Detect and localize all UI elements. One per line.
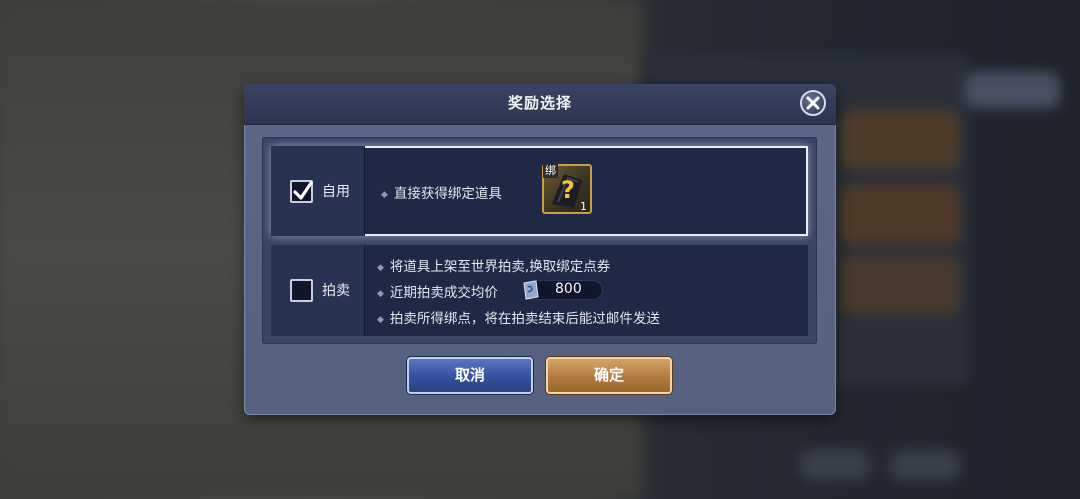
option-auction-left: 拍卖 (271, 245, 365, 336)
bullet-icon: ◆ (377, 289, 384, 299)
self-use-description: ◆ 直接获得绑定道具 (381, 186, 502, 202)
close-icon (806, 96, 820, 110)
checkmark-icon (293, 181, 313, 200)
auction-label: 拍卖 (322, 283, 350, 299)
auction-checkbox[interactable] (290, 279, 313, 302)
bullet-icon: ◆ (377, 263, 384, 273)
option-self-use-left: 自用 (271, 146, 365, 236)
auction-description-1: ◆ 将道具上架至世界拍卖,换取绑定点券 (377, 259, 611, 275)
bullet-icon: ◆ (381, 190, 388, 200)
background-slot (840, 185, 960, 245)
item-count: 1 (580, 200, 587, 213)
close-button[interactable] (800, 90, 826, 116)
background-slot (840, 110, 960, 170)
reward-item-slot[interactable]: ? 绑 1 (542, 164, 592, 214)
cancel-button[interactable]: 取消 (407, 357, 533, 394)
option-self-use[interactable]: 自用 ◆ 直接获得绑定道具 ? 绑 1 (271, 146, 808, 236)
bullet-icon: ◆ (377, 315, 384, 325)
option-auction[interactable]: 拍卖 ◆ 将道具上架至世界拍卖,换取绑定点券 ◆ 近期拍卖成交均价 800 ◆ 拍卖所… (271, 245, 808, 336)
reward-selection-dialog: 奖励选择 自用 ◆ 直接获得绑定道具 ? 绑 1 拍卖 ◆ 将道具上架至世界拍卖… (244, 84, 836, 415)
auction-description-2: ◆ 近期拍卖成交均价 (377, 285, 498, 301)
confirm-button[interactable]: 确定 (546, 357, 672, 394)
background-slot (840, 255, 960, 315)
background-button (800, 450, 870, 480)
coupon-icon (523, 280, 539, 300)
dialog-title: 奖励选择 (507, 94, 572, 112)
auction-description-3: ◆ 拍卖所得绑点，将在拍卖结束后能过邮件发送 (377, 311, 660, 327)
bind-tag: 绑 (543, 164, 558, 178)
self-use-label: 自用 (322, 184, 350, 200)
options-panel: 自用 ◆ 直接获得绑定道具 ? 绑 1 拍卖 ◆ 将道具上架至世界拍卖,换取绑定… (262, 137, 817, 344)
average-price-value: 800 (555, 281, 582, 297)
dialog-header: 奖励选择 (244, 84, 836, 125)
self-use-checkbox[interactable] (290, 180, 313, 203)
background-button (965, 72, 1060, 108)
average-price-pill: 800 (523, 280, 603, 300)
background-button (890, 450, 960, 480)
svg-text:?: ? (561, 176, 575, 204)
